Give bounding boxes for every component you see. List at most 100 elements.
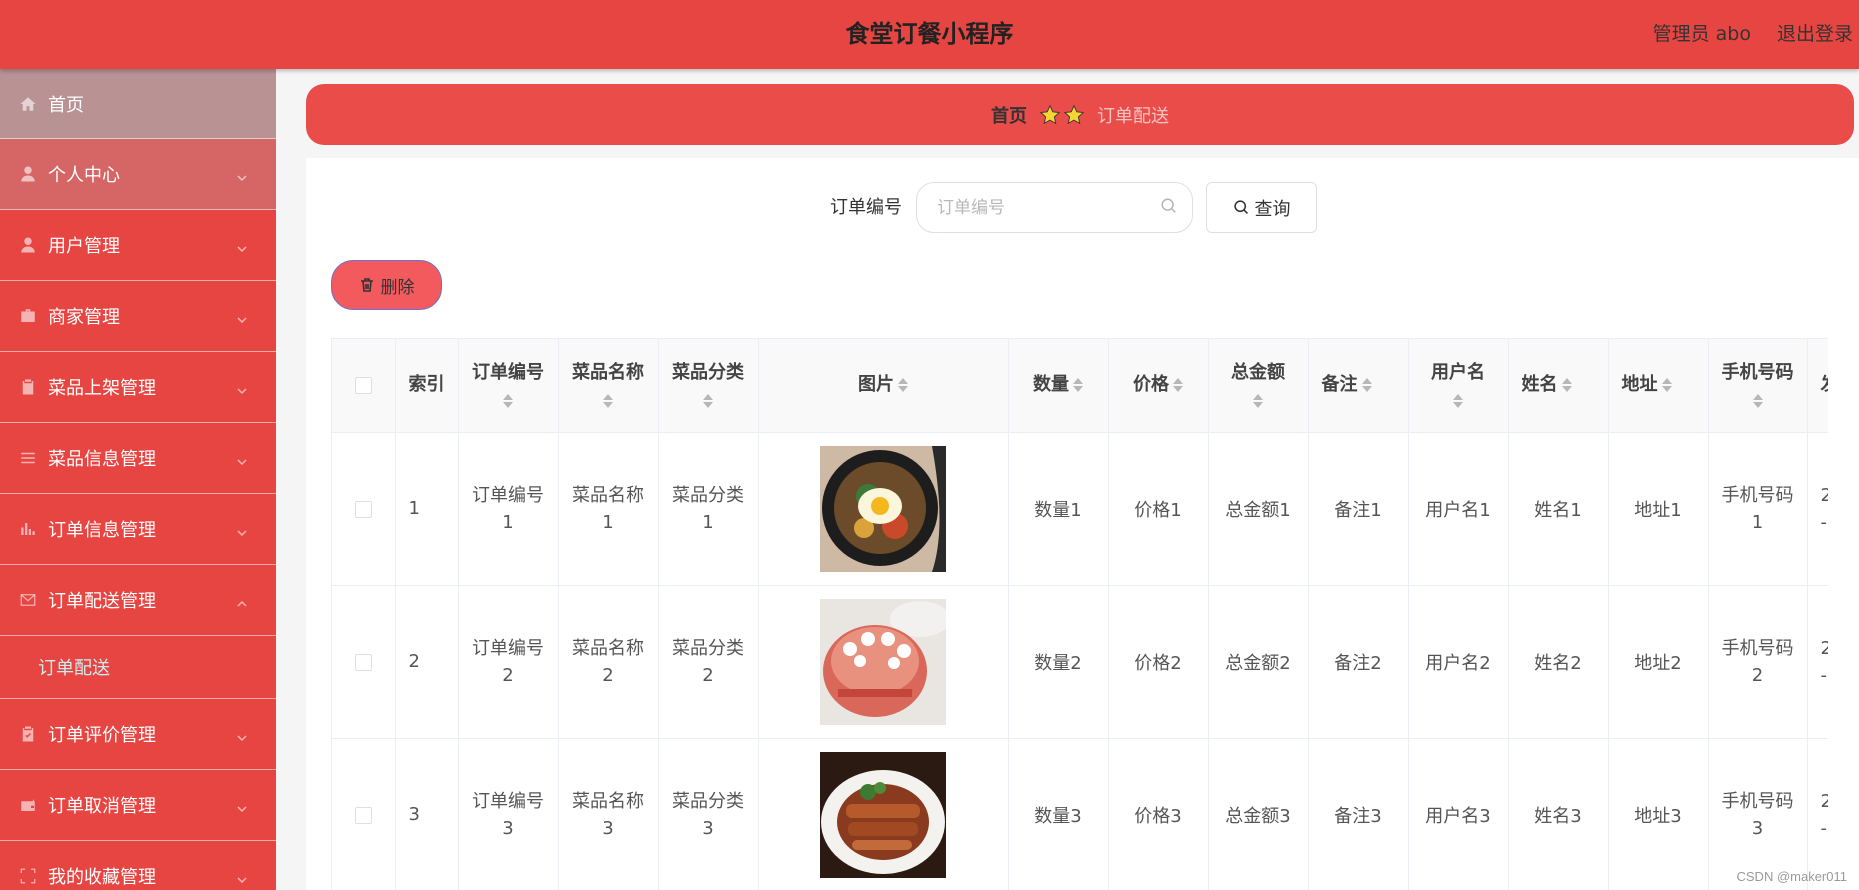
table-row[interactable]: 3 订单编号 3 菜品名称 3 菜品分类 3 数量3 价格3 总金额3 备注3 …	[332, 738, 1828, 890]
query-button[interactable]: 查询	[1206, 182, 1317, 233]
sort-icon[interactable]	[1361, 377, 1372, 393]
briefcase-icon	[18, 306, 38, 326]
row-checkbox[interactable]	[354, 500, 372, 518]
sidebar: 首页 个人中心 用户管理 商家管理 菜品上架管理 菜品信息管理 订单信息管理 订…	[0, 69, 276, 890]
cell-image	[758, 432, 1009, 586]
sidebar-item-dish-listing[interactable]: 菜品上架管理	[0, 352, 276, 423]
top-header: 食堂订餐小程序 管理员 abo 退出登录	[0, 0, 1859, 69]
cell-name: 姓名2	[1508, 585, 1609, 739]
breadcrumb-home[interactable]: 首页	[991, 102, 1027, 128]
cell-dish-name: 菜品名称 1	[558, 432, 659, 586]
column-header-name[interactable]: 姓名	[1508, 339, 1609, 433]
sidebar-item-favorites[interactable]: 我的收藏管理	[0, 841, 276, 890]
chevron-down-icon	[236, 452, 248, 466]
breadcrumb-current: 订单配送	[1097, 105, 1169, 127]
cell-name: 姓名1	[1508, 432, 1609, 586]
sidebar-item-label: 首页	[48, 94, 84, 116]
sidebar-item-order-delivery[interactable]: 订单配送管理	[0, 565, 276, 636]
chevron-down-icon	[236, 239, 248, 253]
row-select-cell	[332, 738, 396, 890]
table-row[interactable]: 2 订单编号 2 菜品名称 2 菜品分类 2 数量2 价格2 总金额2 备注2 …	[332, 585, 1828, 739]
sidebar-item-label: 商家管理	[48, 307, 120, 328]
column-header-address[interactable]: 地址	[1608, 339, 1709, 433]
column-header-phone[interactable]: 手机号码	[1708, 339, 1808, 433]
user-icon	[18, 235, 38, 255]
cell-address: 地址1	[1608, 432, 1709, 586]
chevron-down-icon	[236, 870, 248, 884]
sort-icon[interactable]	[603, 393, 613, 409]
cell-address: 地址3	[1608, 738, 1709, 890]
column-header-order-no[interactable]: 订单编号	[458, 339, 559, 433]
cell-username: 用户名1	[1408, 432, 1509, 586]
cell-index: 3	[395, 738, 459, 890]
cell-phone: 手机号码 2	[1708, 585, 1808, 739]
row-checkbox[interactable]	[354, 653, 372, 671]
sidebar-item-personal-center[interactable]: 个人中心	[0, 139, 276, 210]
column-header-image[interactable]: 图片	[758, 339, 1009, 433]
delete-button[interactable]: 删除	[331, 260, 442, 310]
sort-icon[interactable]	[1253, 393, 1263, 409]
sidebar-subitem-delivery[interactable]: 订单配送	[0, 636, 276, 699]
cell-order-no: 订单编号 1	[458, 432, 559, 586]
logout-link[interactable]: 退出登录	[1777, 0, 1853, 69]
select-all-checkbox[interactable]	[354, 377, 372, 395]
sidebar-item-users[interactable]: 用户管理	[0, 210, 276, 281]
cell-note: 备注2	[1308, 585, 1409, 739]
clipboard-icon	[18, 377, 38, 397]
sort-icon[interactable]	[703, 393, 713, 409]
cell-price: 价格1	[1108, 432, 1209, 586]
sidebar-item-label: 菜品上架管理	[48, 378, 156, 399]
sidebar-item-label: 菜品信息管理	[48, 449, 156, 470]
column-header-quantity[interactable]: 数量	[1008, 339, 1109, 433]
cell-total: 总金额2	[1208, 585, 1309, 739]
dish-image[interactable]	[820, 598, 946, 725]
search-icon	[1160, 197, 1180, 217]
sidebar-item-dish-info[interactable]: 菜品信息管理	[0, 423, 276, 494]
column-header-dish-category[interactable]: 菜品分类	[658, 339, 759, 433]
sidebar-item-label: 我的收藏管理	[48, 867, 156, 888]
cell-quantity: 数量2	[1008, 585, 1109, 739]
sort-icon[interactable]	[503, 393, 513, 409]
sidebar-item-order-info[interactable]: 订单信息管理	[0, 494, 276, 565]
sort-icon[interactable]	[1661, 377, 1672, 393]
row-checkbox[interactable]	[354, 806, 372, 824]
chevron-down-icon	[236, 381, 248, 395]
sidebar-item-order-review[interactable]: 订单评价管理	[0, 699, 276, 770]
query-button-label: 查询	[1254, 198, 1291, 220]
sort-icon[interactable]	[1173, 377, 1183, 393]
cell-dish-name: 菜品名称 3	[558, 738, 659, 890]
cell-quantity: 数量3	[1008, 738, 1109, 890]
sidebar-item-order-cancel[interactable]: 订单取消管理	[0, 770, 276, 841]
column-header-index: 索引	[395, 339, 459, 433]
sidebar-item-home[interactable]: 首页	[0, 69, 276, 139]
watermark: CSDN @maker011	[1736, 869, 1848, 884]
sort-icon[interactable]	[1561, 377, 1572, 393]
cell-dish-name: 菜品名称 2	[558, 585, 659, 739]
search-input[interactable]	[916, 182, 1193, 233]
cell-total: 总金额1	[1208, 432, 1309, 586]
table-row[interactable]: 1 订单编号 1 菜品名称 1 菜品分类 1 数量1 价格1 总金额1 备注1 …	[332, 432, 1828, 586]
sort-icon[interactable]	[1752, 393, 1763, 409]
sidebar-item-label: 个人中心	[48, 165, 120, 186]
column-header-more: 发	[1807, 339, 1828, 433]
star-icon	[1039, 104, 1061, 124]
column-header-total[interactable]: 总金额	[1208, 339, 1309, 433]
sort-icon[interactable]	[1453, 393, 1463, 409]
chevron-down-icon	[236, 523, 248, 537]
breadcrumb-separator	[1039, 104, 1085, 126]
sort-icon[interactable]	[898, 377, 908, 393]
dish-image[interactable]	[820, 445, 946, 572]
chevron-down-icon	[236, 310, 248, 324]
column-header-dish-name[interactable]: 菜品名称	[558, 339, 659, 433]
column-header-note[interactable]: 备注	[1308, 339, 1409, 433]
sort-icon[interactable]	[1073, 377, 1083, 393]
chevron-down-icon	[236, 728, 248, 742]
frame-icon	[18, 866, 38, 886]
column-header-price[interactable]: 价格	[1108, 339, 1209, 433]
wallet-icon	[18, 795, 38, 815]
column-header-username[interactable]: 用户名	[1408, 339, 1509, 433]
cell-order-no: 订单编号 2	[458, 585, 559, 739]
cell-price: 价格3	[1108, 738, 1209, 890]
dish-image[interactable]	[820, 751, 946, 878]
sidebar-item-merchants[interactable]: 商家管理	[0, 281, 276, 352]
